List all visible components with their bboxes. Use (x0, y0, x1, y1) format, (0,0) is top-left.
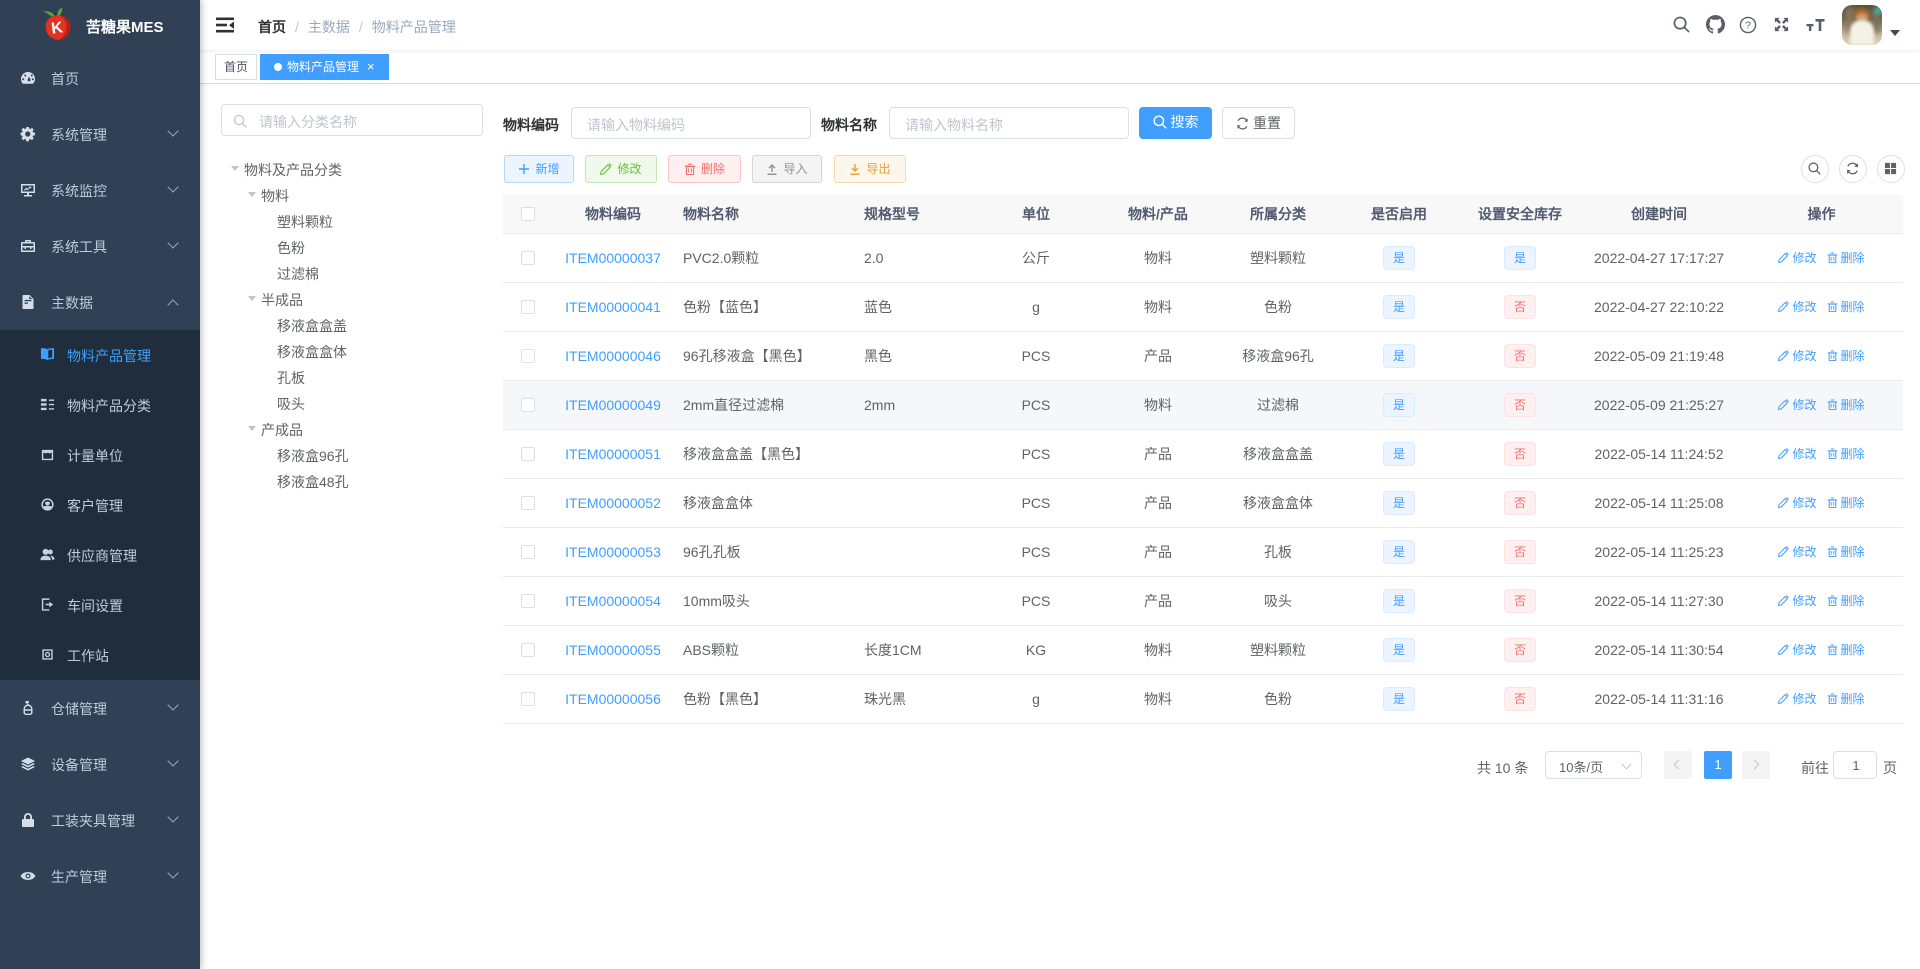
svg-text:?: ? (1745, 20, 1751, 32)
